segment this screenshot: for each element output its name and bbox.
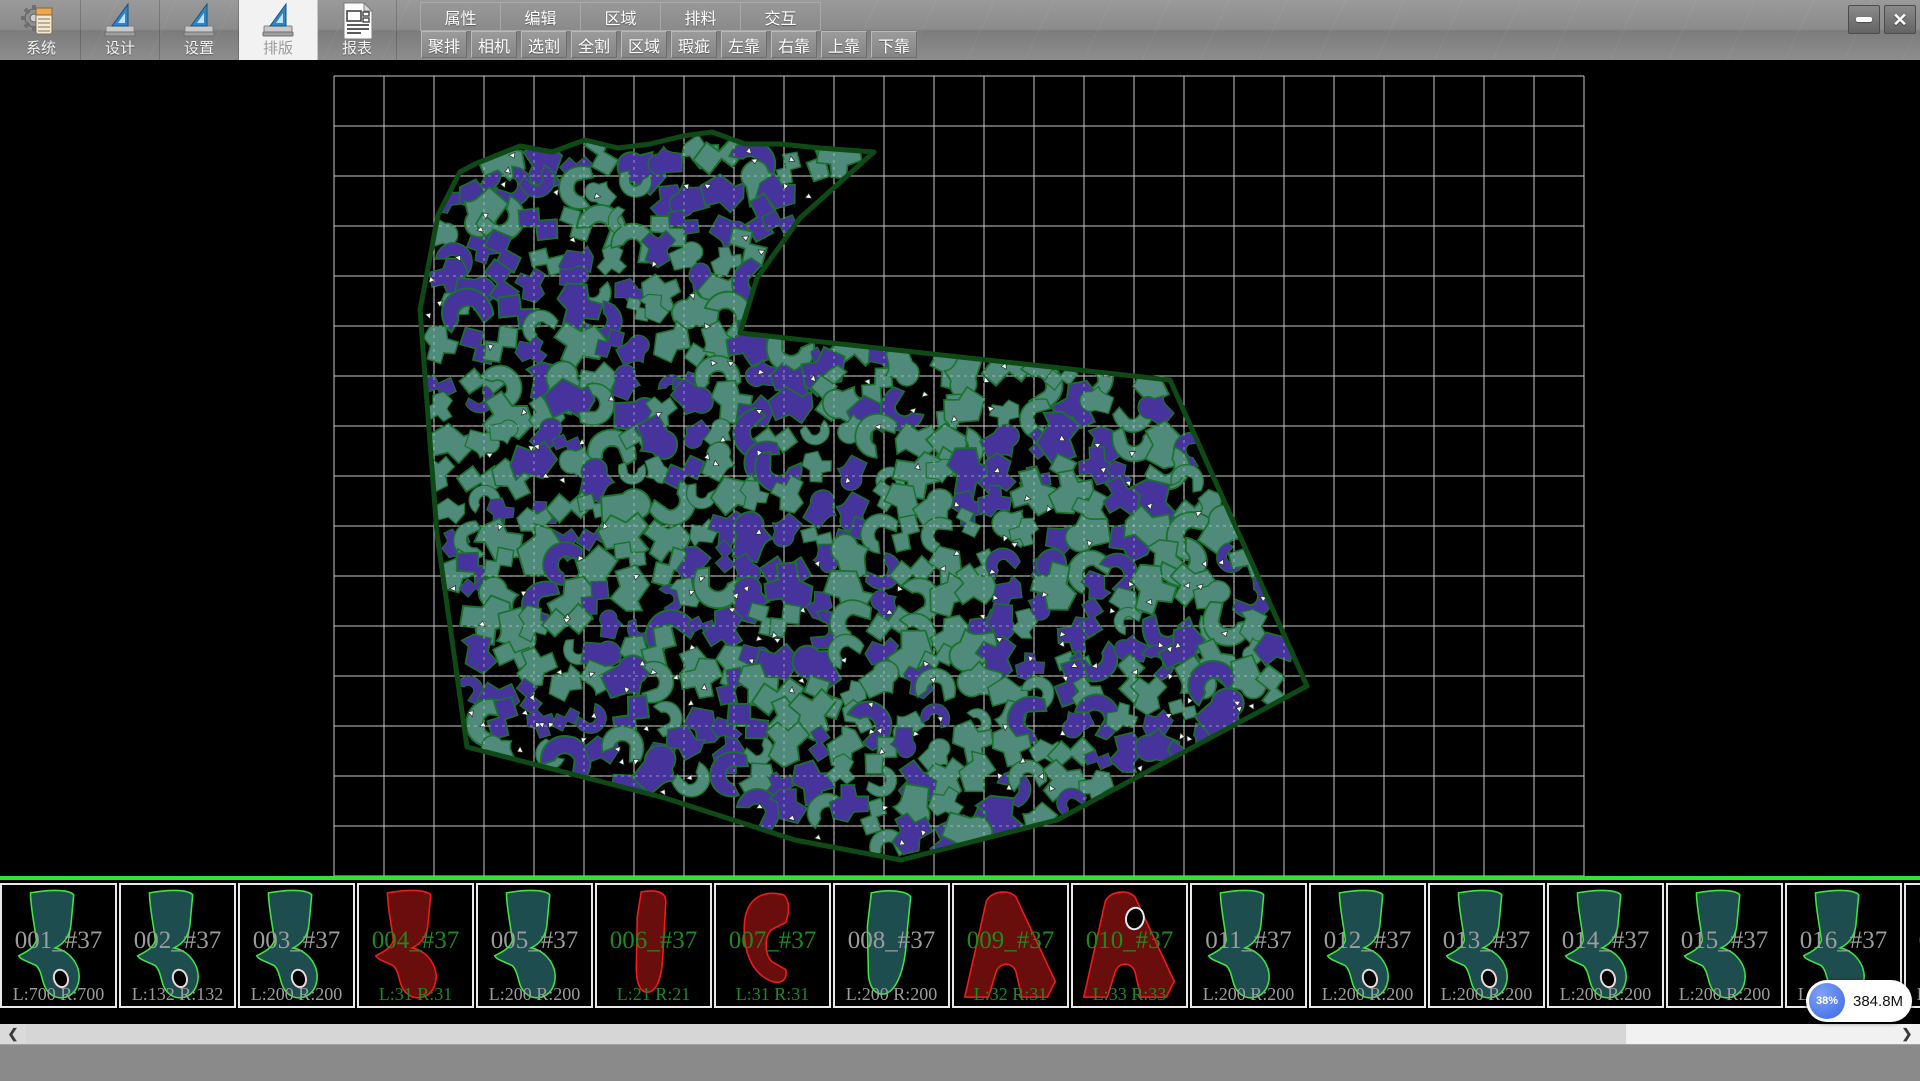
- part-id-label: 014_#37: [1549, 927, 1662, 955]
- menu-tab-编辑[interactable]: 编辑: [501, 2, 581, 31]
- action-button-瑕疵[interactable]: 瑕疵: [671, 31, 717, 58]
- part-thumbnail-007_#37[interactable]: 007_#37 L:31 R:31: [714, 883, 831, 1008]
- window-controls: ✕: [1848, 5, 1916, 34]
- part-lr-label: L:200 R:200: [1668, 984, 1781, 1005]
- scrollbar-thumb[interactable]: [26, 1024, 1626, 1044]
- part-lr-label: L:200 R:200: [835, 984, 948, 1005]
- layout-ruler-icon: [256, 2, 300, 40]
- part-thumbnail-004_#37[interactable]: 004_#37 L:31 R:31: [357, 883, 474, 1008]
- part-id-label: 006_#37: [597, 927, 710, 955]
- progress-percent-circle: 38%: [1809, 983, 1845, 1019]
- part-thumbnail-013_#37[interactable]: 013_#37 L:200 R:200: [1428, 883, 1545, 1008]
- parts-strip: 001_#37 L:700 R:700 002_#37 L:132 R:132 …: [0, 876, 1920, 1010]
- scroll-left-button[interactable]: ❮: [0, 1024, 26, 1044]
- part-lr-label: L:32 R:31: [954, 984, 1067, 1005]
- part-id-label: 007_#37: [716, 927, 829, 955]
- part-id-label: 015_#37: [1668, 927, 1781, 955]
- part-id-label: 002_#37: [121, 927, 234, 955]
- strip-accent-line: [0, 876, 1920, 880]
- part-id-label: 004_#37: [359, 927, 472, 955]
- status-bar: [0, 1044, 1920, 1081]
- part-lr-label: L:33 R:33: [1073, 984, 1186, 1005]
- part-id-label: 001_#37: [2, 927, 115, 955]
- part-id-label: 008_#37: [835, 927, 948, 955]
- action-button-选割[interactable]: 选割: [521, 31, 567, 58]
- part-lr-label: L:200 R:200: [1192, 984, 1305, 1005]
- app-button-label: 报表: [342, 40, 372, 58]
- scroll-right-button[interactable]: ❯: [1894, 1024, 1920, 1044]
- app-button-label: 排版: [263, 40, 293, 58]
- part-lr-label: L:700 R:700: [2, 984, 115, 1005]
- app-button-label: 设置: [184, 40, 214, 58]
- close-icon: ✕: [1892, 11, 1907, 29]
- system-gear-icon: [19, 2, 63, 40]
- action-button-相机[interactable]: 相机: [471, 31, 517, 58]
- report-document-icon: [335, 2, 379, 40]
- part-id-label: 012_#37: [1311, 927, 1424, 955]
- part-id-label: 010_#37: [1073, 927, 1186, 955]
- part-id-label: 016_#37: [1787, 927, 1900, 955]
- settings-ruler-icon: [177, 2, 221, 40]
- part-lr-label: L:200 R:200: [1430, 984, 1543, 1005]
- close-button[interactable]: ✕: [1884, 5, 1916, 34]
- part-thumbnail-014_#37[interactable]: 014_#37 L:200 R:200: [1547, 883, 1664, 1008]
- part-thumbnails: 001_#37 L:700 R:700 002_#37 L:132 R:132 …: [0, 883, 1920, 1008]
- horizontal-scrollbar[interactable]: ❮ ❯: [0, 1024, 1920, 1044]
- part-id-label: 003_#37: [240, 927, 353, 955]
- action-button-下靠[interactable]: 下靠: [871, 31, 917, 58]
- app-button-报表[interactable]: 报表: [318, 0, 397, 60]
- app-button-设计[interactable]: 设计: [81, 0, 160, 60]
- part-lr-label: L:132 R:132: [121, 984, 234, 1005]
- part-thumbnail-003_#37[interactable]: 003_#37 L:200 R:200: [238, 883, 355, 1008]
- app-mode-buttons: 系统 设计 设置 排版: [2, 0, 397, 60]
- part-lr-label: L:200 R:200: [240, 984, 353, 1005]
- action-button-上靠[interactable]: 上靠: [821, 31, 867, 58]
- part-thumbnail-006_#37[interactable]: 006_#37 L:21 R:21: [595, 883, 712, 1008]
- action-button-聚排[interactable]: 聚排: [421, 31, 467, 58]
- part-lr-label: L:200 R:200: [478, 984, 591, 1005]
- menu-tab-排料[interactable]: 排料: [661, 2, 741, 31]
- part-lr-label: L:21 R:21: [597, 984, 710, 1005]
- progress-badge[interactable]: 38% 384.8M: [1806, 980, 1912, 1022]
- action-button-区域[interactable]: 区域: [621, 31, 667, 58]
- part-id-label: 009_#37: [954, 927, 1067, 955]
- part-thumbnail-011_#37[interactable]: 011_#37 L:200 R:200: [1190, 883, 1307, 1008]
- action-buttons: 聚排相机选割全割区域瑕疵左靠右靠上靠下靠: [421, 31, 917, 58]
- part-thumbnail-010_#37[interactable]: 010_#37 L:33 R:33: [1071, 883, 1188, 1008]
- app-button-label: 设计: [105, 40, 135, 58]
- action-button-全割[interactable]: 全割: [571, 31, 617, 58]
- part-thumbnail-002_#37[interactable]: 002_#37 L:132 R:132: [119, 883, 236, 1008]
- action-button-右靠[interactable]: 右靠: [771, 31, 817, 58]
- part-lr-label: L:31 R:31: [716, 984, 829, 1005]
- app-button-系统[interactable]: 系统: [2, 0, 81, 60]
- part-id-label: 005_#37: [478, 927, 591, 955]
- part-thumbnail-001_#37[interactable]: 001_#37 L:700 R:700: [0, 883, 117, 1008]
- menu-tab-区域[interactable]: 区域: [581, 2, 661, 31]
- part-id-label: 017_#37: [1906, 927, 1920, 955]
- memory-value: 384.8M: [1853, 993, 1903, 1010]
- part-thumbnail-005_#37[interactable]: 005_#37 L:200 R:200: [476, 883, 593, 1008]
- menu-tab-属性[interactable]: 属性: [420, 2, 501, 31]
- app-button-设置[interactable]: 设置: [160, 0, 239, 60]
- part-lr-label: L:31 R:31: [359, 984, 472, 1005]
- app-button-label: 系统: [26, 40, 56, 58]
- action-button-左靠[interactable]: 左靠: [721, 31, 767, 58]
- part-lr-label: L:200 R:200: [1549, 984, 1662, 1005]
- menu-tabs: 属性编辑区域排料交互: [420, 2, 821, 31]
- menu-tab-交互[interactable]: 交互: [741, 2, 821, 31]
- application-window: 系统 设计 设置 排版: [0, 0, 1920, 1080]
- part-thumbnail-012_#37[interactable]: 012_#37 L:200 R:200: [1309, 883, 1426, 1008]
- part-lr-label: L:200 R:200: [1311, 984, 1424, 1005]
- minimize-button[interactable]: [1848, 5, 1880, 34]
- part-thumbnail-009_#37[interactable]: 009_#37 L:32 R:31: [952, 883, 1069, 1008]
- minimize-icon: [1856, 17, 1872, 22]
- part-thumbnail-008_#37[interactable]: 008_#37 L:200 R:200: [833, 883, 950, 1008]
- main-toolbar: 系统 设计 设置 排版: [0, 0, 1920, 61]
- part-thumbnail-015_#37[interactable]: 015_#37 L:200 R:200: [1666, 883, 1783, 1008]
- part-id-label: 013_#37: [1430, 927, 1543, 955]
- part-id-label: 011_#37: [1192, 927, 1305, 955]
- app-button-排版[interactable]: 排版: [239, 0, 318, 60]
- design-ruler-icon: [98, 2, 142, 40]
